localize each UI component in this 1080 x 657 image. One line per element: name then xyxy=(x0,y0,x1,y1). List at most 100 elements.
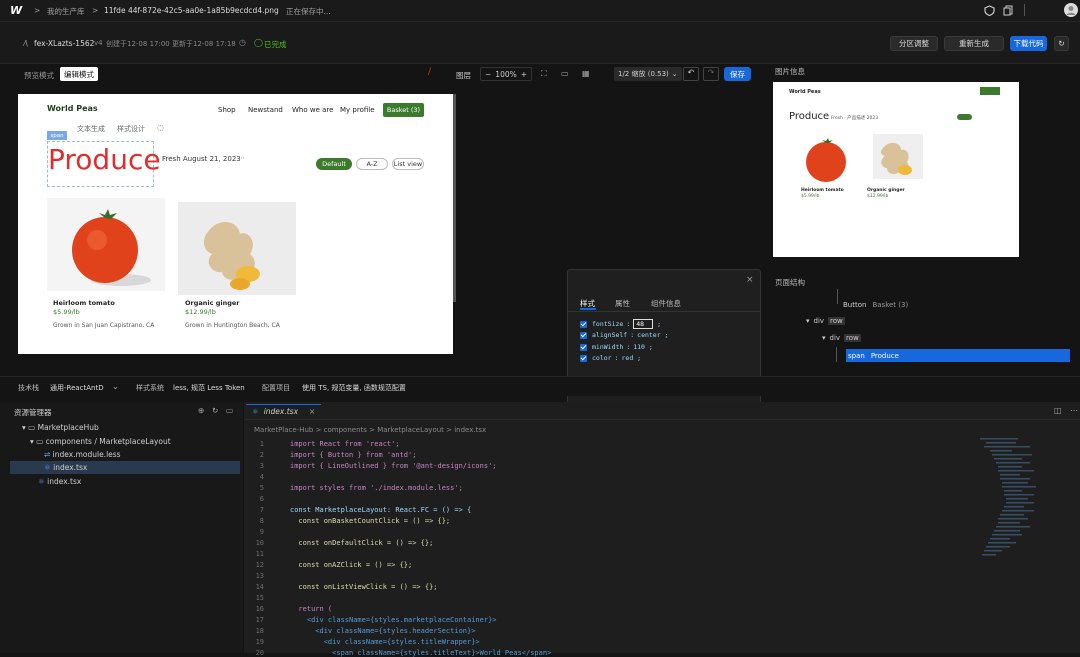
product-image-ginger[interactable] xyxy=(178,202,296,295)
nav-my-profile[interactable]: My profile xyxy=(340,106,375,114)
tree-node-div-row[interactable]: ▾ div row xyxy=(806,317,845,325)
checkbox[interactable] xyxy=(580,343,587,351)
nav-shop[interactable]: Shop xyxy=(218,106,236,114)
history-icon[interactable]: ◷ xyxy=(239,38,246,47)
fit-icon[interactable]: ⛶ xyxy=(541,69,547,79)
line-number: 16 xyxy=(255,605,264,613)
editor-tab[interactable]: ⚛ index.tsx × xyxy=(246,404,322,418)
zoom-out-icon[interactable]: − xyxy=(485,70,491,79)
style-prop-value[interactable]: 110 ; xyxy=(633,343,653,351)
product-price-ginger: $12.99/lb xyxy=(185,308,216,316)
style-prop-input[interactable]: 48 xyxy=(633,319,654,329)
zoom-in-icon[interactable]: + xyxy=(521,70,527,79)
tab-attributes[interactable]: 属性 xyxy=(615,298,630,309)
more-icon[interactable]: ⋯ xyxy=(238,154,245,162)
chevron-down-icon[interactable]: ⌄ xyxy=(112,382,119,391)
explorer-title: 资源管理器 xyxy=(14,408,52,417)
code-line[interactable]: const MarketplaceLayout: React.FC = () =… xyxy=(290,506,471,514)
close-icon[interactable]: × xyxy=(746,275,754,285)
code-line[interactable]: const onBasketCountClick = () => {}; xyxy=(290,517,450,525)
preview-scrollbar[interactable] xyxy=(453,94,456,302)
config-value[interactable]: 使用 TS, 规范变量, 函数规范配置 xyxy=(302,383,406,393)
save-button[interactable]: 保存 xyxy=(724,67,751,81)
pen-icon[interactable]: ∕ xyxy=(428,67,440,81)
preview-heading[interactable]: Produce xyxy=(48,146,161,174)
code-line[interactable]: import { Button } from 'antd'; xyxy=(290,451,416,459)
tree-node-div-row-inner[interactable]: ▾ div row xyxy=(822,334,861,342)
style-system-value[interactable]: less, 规范 Less Token xyxy=(173,383,245,393)
filter-az[interactable]: A-Z xyxy=(356,158,388,170)
refresh-button[interactable]: ↻ xyxy=(1054,36,1069,51)
collapse-icon[interactable]: ▭ xyxy=(226,406,233,415)
scale-select[interactable]: 1/2 缩放 (0.53) ⌄ xyxy=(614,67,682,81)
style-prop-fontsize[interactable]: fontSize:48; xyxy=(580,319,661,329)
code-line[interactable]: <div className={styles.titleWrapper}> xyxy=(290,638,480,646)
refresh-icon[interactable]: ↻ xyxy=(212,406,218,415)
style-prop-value[interactable]: center ; xyxy=(637,331,668,339)
code-line[interactable]: <div className={styles.marketplaceContai… xyxy=(290,616,497,624)
basket-button[interactable]: Basket (3) xyxy=(383,103,424,117)
app-logo[interactable]: W xyxy=(10,4,22,17)
ai-icon[interactable]: ◌ xyxy=(157,123,164,132)
product-image-tomato[interactable] xyxy=(47,198,165,291)
split-icon[interactable]: ◫ xyxy=(1054,406,1062,415)
grid-icon[interactable]: ▦ xyxy=(582,69,590,78)
code-line[interactable]: <span className={styles.titleText}>World… xyxy=(290,649,551,657)
tree-item-marketplacehub[interactable]: ▾ ▭ MarketplaceHub xyxy=(22,423,99,432)
copy-icon[interactable] xyxy=(1003,5,1014,16)
close-tab-icon[interactable]: × xyxy=(309,407,315,416)
style-prop-minwidth[interactable]: minWidth:110 ; xyxy=(580,343,653,351)
nav-newstand[interactable]: Newstand xyxy=(248,106,283,114)
design-preview[interactable]: World Peas Shop Newstand Who we are My p… xyxy=(18,94,453,354)
minimap[interactable] xyxy=(980,436,1040,576)
code-editor[interactable]: ⚛ index.tsx × MarketPlace-Hub > components… xyxy=(244,402,1080,657)
tree-item-less[interactable]: ⇌ index.module.less xyxy=(44,450,121,459)
code-line[interactable]: <div className={styles.headerSection}> xyxy=(290,627,475,635)
style-prop-value[interactable]: red ; xyxy=(622,354,642,362)
regenerate-button[interactable]: 重新生成 xyxy=(944,36,1004,51)
code-line[interactable]: import { LineOutlined } from '@ant-desig… xyxy=(290,462,497,470)
redo-button[interactable]: ↷ xyxy=(703,67,719,81)
code-line[interactable]: return ( xyxy=(290,605,332,613)
avatar[interactable] xyxy=(1064,3,1078,17)
tree-node-span-selected[interactable]: span Produce xyxy=(846,349,1070,362)
tech-select[interactable]: 通用-ReactAntD xyxy=(50,383,104,393)
code-line[interactable]: const onListViewClick = () => {}; xyxy=(290,583,437,591)
thumb-tomato xyxy=(806,138,846,182)
tree-node-button[interactable]: Button Basket (3) xyxy=(843,301,908,309)
tab-edit-mode[interactable]: 编辑模式 xyxy=(60,67,98,81)
tree-item-index-tsx[interactable]: ⚛ index.tsx xyxy=(38,477,81,486)
tab-preview-mode[interactable]: 预览模式 xyxy=(24,70,54,81)
partition-button[interactable]: 分区调整 xyxy=(890,36,938,51)
nav-who-we-are[interactable]: Who we are xyxy=(292,106,333,114)
style-prop-alignself[interactable]: alignSelf: center ; xyxy=(580,331,668,339)
code-line[interactable]: const onAZClick = () => {}; xyxy=(290,561,412,569)
zoom-control[interactable]: − 100% + xyxy=(480,67,533,81)
tool-style-design[interactable]: 样式设计 xyxy=(117,124,145,134)
shield-icon[interactable] xyxy=(984,5,995,16)
breadcrumb-library[interactable]: 我的生产库 xyxy=(47,6,85,17)
layer-button[interactable]: 图层 xyxy=(456,70,471,81)
preview-brand: World Peas xyxy=(47,104,98,113)
tree-item-components[interactable]: ▾ ▭ components / MarketplaceLayout xyxy=(30,437,171,446)
filter-list-view[interactable]: List view xyxy=(392,158,424,170)
tree-item-index-tsx-selected[interactable]: ⚛ index.tsx xyxy=(44,463,87,472)
filter-default[interactable]: Default xyxy=(316,158,352,170)
code-line[interactable]: const onDefaultClick = () => {}; xyxy=(290,539,433,547)
style-prop-key: alignSelf xyxy=(592,331,628,339)
checkbox[interactable] xyxy=(580,320,587,328)
tsx-file-icon: ⚛ xyxy=(252,407,259,416)
checkbox[interactable] xyxy=(580,331,587,339)
download-code-button[interactable]: 下载代码 xyxy=(1010,36,1047,51)
checkbox[interactable] xyxy=(580,354,587,362)
code-line[interactable]: import styles from './index.module.less'… xyxy=(290,484,463,492)
more-icon[interactable]: ⋯ xyxy=(1070,406,1078,415)
back-icon[interactable]: ⁄\ xyxy=(24,39,28,48)
code-line[interactable]: import React from 'react'; xyxy=(290,440,400,448)
style-prop-color[interactable]: color: red ; xyxy=(580,354,641,362)
undo-button[interactable]: ↶ xyxy=(683,67,699,81)
desktop-icon[interactable]: ▭ xyxy=(561,69,569,78)
new-file-icon[interactable]: ⊕ xyxy=(198,406,204,415)
tab-component-info[interactable]: 组件信息 xyxy=(651,298,681,309)
tool-text-gen[interactable]: 文本生成 xyxy=(77,124,105,134)
